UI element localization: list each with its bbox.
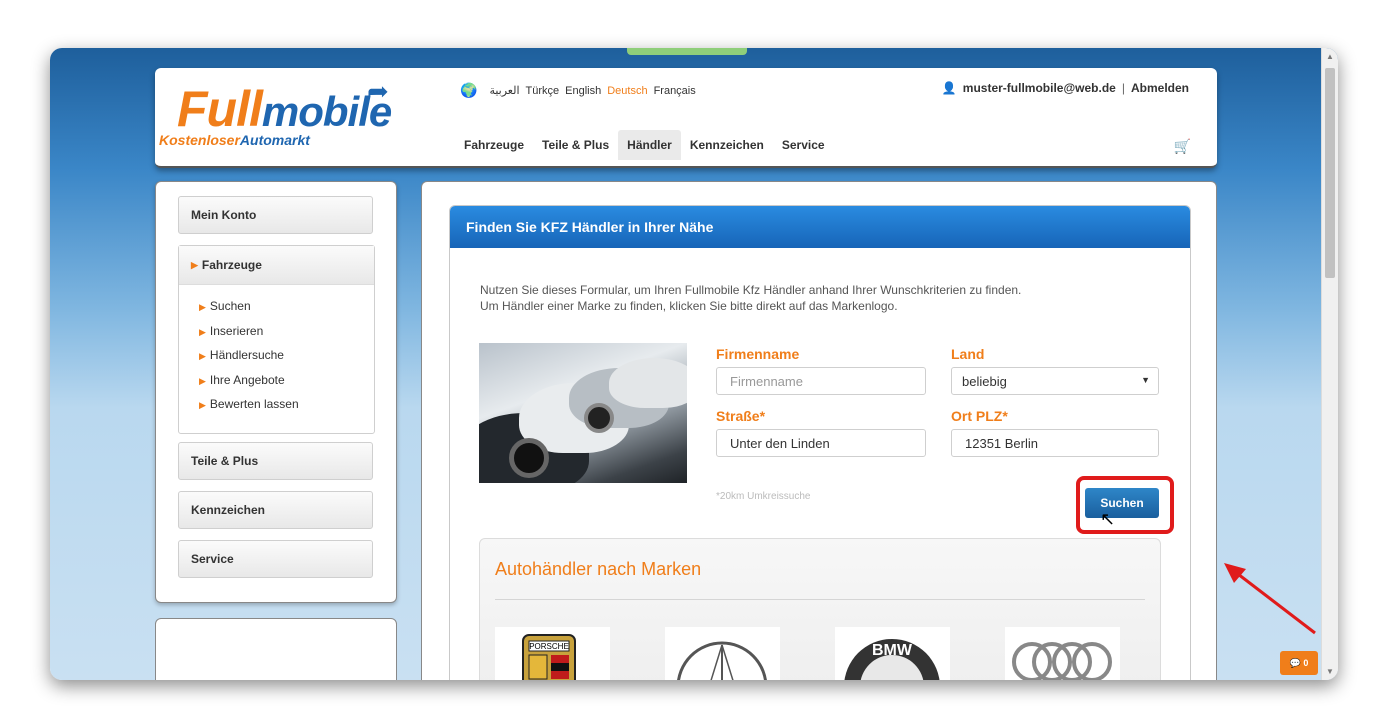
intro-line-2: Um Händler einer Marke zu finden, klicke… xyxy=(480,299,898,313)
triangle-icon: ▶ xyxy=(199,326,206,337)
site-logo[interactable]: Fullmobile KostenloserAutomarkt ➦ xyxy=(159,76,399,150)
brands-title: Autohändler nach Marken xyxy=(495,559,702,579)
lang-turkish[interactable]: Türkçe xyxy=(526,85,560,97)
logo-full: Full xyxy=(177,81,263,137)
main-content: Finden Sie KFZ Händler in Ihrer Nähe Nut… xyxy=(421,181,1217,680)
user-area: 👤 muster-fullmobile@web.de | Abmelden xyxy=(942,81,1189,95)
company-input[interactable]: Firmenname xyxy=(716,367,926,395)
country-select[interactable]: beliebig ▼ xyxy=(951,367,1159,395)
lang-english[interactable]: English xyxy=(565,85,601,97)
sidebar-secondary-box xyxy=(155,618,397,680)
cars-photo xyxy=(479,343,687,483)
submenu-label: Inserieren xyxy=(209,323,264,338)
submenu-item[interactable]: ▶ Ihre Angebote xyxy=(199,373,374,398)
top-tab[interactable] xyxy=(627,48,747,55)
brands-section: Autohändler nach Marken PORSCHE BMW xyxy=(479,538,1161,680)
nav-parts[interactable]: Teile & Plus xyxy=(533,130,618,160)
annotation-arrow xyxy=(1224,563,1316,635)
main-nav: Fahrzeuge Teile & Plus Händler Kennzeich… xyxy=(455,130,834,160)
lang-arabic[interactable]: العربية xyxy=(489,84,519,97)
chevron-down-icon: ▼ xyxy=(1141,375,1150,385)
sidebar-item-plates[interactable]: Kennzeichen xyxy=(178,491,373,529)
porsche-logo[interactable]: PORSCHE xyxy=(495,627,610,680)
country-label: Land xyxy=(951,346,985,362)
submenu-item[interactable]: ▶ Händlersuche xyxy=(199,348,374,373)
country-value: beliebig xyxy=(962,374,1007,389)
panel-intro: Nutzen Sie dieses Formular, um Ihren Ful… xyxy=(480,282,1021,314)
nav-plates[interactable]: Kennzeichen xyxy=(681,130,773,160)
sidebar-vehicles-label: Fahrzeuge xyxy=(201,258,262,272)
triangle-icon: ▶ xyxy=(199,375,206,386)
street-input[interactable]: Unter den Linden xyxy=(716,429,926,457)
city-label: Ort PLZ* xyxy=(951,408,1008,424)
city-input[interactable]: 12351 Berlin xyxy=(951,429,1159,457)
lang-french[interactable]: Français xyxy=(654,85,696,97)
logo-tagline-1: Kostenloser xyxy=(159,132,240,148)
logo-text: Fullmobile xyxy=(177,80,392,138)
language-switcher: 🌍 العربية Türkçe English Deutsch Françai… xyxy=(460,82,696,99)
sidebar: Mein Konto ▶ Fahrzeuge ▶ Suchen ▶ Inserier… xyxy=(155,181,397,603)
user-separator: | xyxy=(1121,81,1125,95)
bmw-letters: BMW xyxy=(872,642,913,659)
scroll-down-icon[interactable]: ▼ xyxy=(1326,667,1334,676)
submenu-item[interactable]: ▶ Bewerten lassen xyxy=(199,397,374,422)
radius-note: *20km Umkreissuche xyxy=(716,491,811,502)
logout-link[interactable]: Abmelden xyxy=(1131,81,1189,95)
sidebar-item-service[interactable]: Service xyxy=(178,540,373,578)
cart-icon[interactable]: 🛒 xyxy=(1174,138,1191,155)
submenu-label: Suchen xyxy=(209,299,251,313)
logo-tagline: KostenloserAutomarkt xyxy=(159,132,310,148)
submenu-label: Händlersuche xyxy=(209,348,284,362)
audi-logo[interactable] xyxy=(1005,627,1120,680)
chat-count: 0 xyxy=(1303,658,1309,668)
mouse-cursor-icon: ↖ xyxy=(1100,509,1116,529)
bmw-logo[interactable]: BMW xyxy=(835,627,950,680)
chat-widget[interactable]: 💬 0 xyxy=(1280,651,1318,675)
dealer-search-panel: Finden Sie KFZ Händler in Ihrer Nähe Nut… xyxy=(449,205,1191,680)
site-header: Fullmobile KostenloserAutomarkt ➦ 🌍 العر… xyxy=(155,68,1217,168)
nav-service[interactable]: Service xyxy=(773,130,834,160)
scroll-thumb[interactable] xyxy=(1325,68,1335,278)
user-email[interactable]: muster-fullmobile@web.de xyxy=(963,81,1116,95)
nav-vehicles[interactable]: Fahrzeuge xyxy=(455,130,533,160)
globe-icon: 🌍 xyxy=(460,82,478,98)
sidebar-item-parts[interactable]: Teile & Plus xyxy=(178,442,373,480)
chat-icon: 💬 xyxy=(1289,657,1301,668)
triangle-icon: ▶ xyxy=(199,351,206,361)
user-icon: 👤 xyxy=(941,81,957,95)
search-button[interactable]: Suchen xyxy=(1085,488,1159,518)
submenu-item[interactable]: ▶ Suchen xyxy=(199,299,374,324)
lang-german[interactable]: Deutsch xyxy=(607,85,647,97)
vehicle-submenu: ▶ Suchen ▶ Inserieren ▶ Händlersuche ▶ Ihre … xyxy=(179,285,374,422)
triangle-icon: ▶ xyxy=(191,259,198,270)
nav-dealers[interactable]: Händler xyxy=(618,130,681,160)
submenu-label: Ihre Angebote xyxy=(209,372,285,387)
brands-divider xyxy=(495,599,1145,600)
submenu-item[interactable]: ▶ Inserieren xyxy=(199,324,374,349)
sidebar-item-account[interactable]: Mein Konto xyxy=(178,196,373,234)
intro-line-1: Nutzen Sie dieses Formular, um Ihren Ful… xyxy=(480,283,1022,297)
company-label: Firmenname xyxy=(716,346,800,362)
browser-viewport: Fullmobile KostenloserAutomarkt ➦ 🌍 العر… xyxy=(50,48,1338,680)
street-label: Straße* xyxy=(716,408,766,424)
triangle-icon: ▶ xyxy=(199,400,206,410)
logo-tagline-2: Automarkt xyxy=(239,132,310,148)
vertical-scrollbar[interactable]: ▲ ▼ xyxy=(1321,48,1338,680)
sidebar-item-vehicles[interactable]: ▶ Fahrzeuge xyxy=(179,246,374,285)
panel-title: Finden Sie KFZ Händler in Ihrer Nähe xyxy=(450,206,1190,248)
submenu-label: Bewerten lassen xyxy=(209,397,299,411)
triangle-icon: ▶ xyxy=(199,302,206,312)
porsche-text: PORSCHE xyxy=(529,642,569,651)
mercedes-logo[interactable] xyxy=(665,627,780,680)
scroll-up-icon[interactable]: ▲ xyxy=(1326,52,1334,61)
logo-arrow-icon: ➦ xyxy=(367,76,389,106)
sidebar-section-vehicles: ▶ Fahrzeuge ▶ Suchen ▶ Inserieren ▶ Händler… xyxy=(178,245,375,434)
